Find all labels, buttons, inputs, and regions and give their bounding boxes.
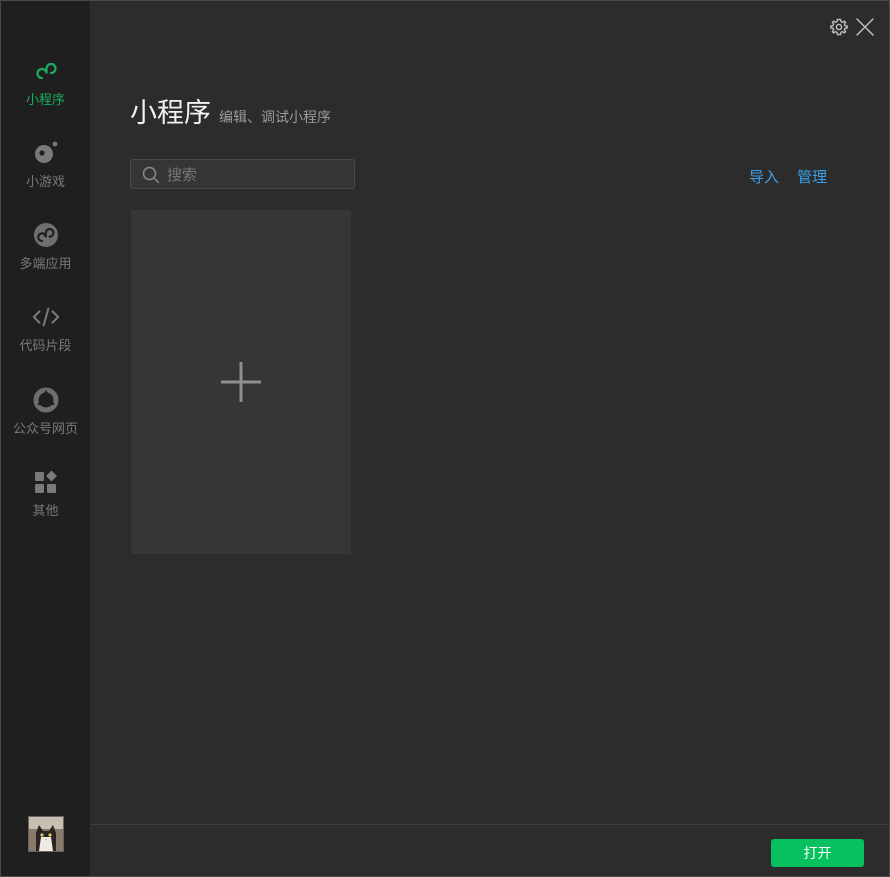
avatar[interactable]: [28, 816, 64, 852]
sidebar-item-label: 小程序: [25, 93, 65, 108]
page-title: 小程序: [130, 98, 211, 129]
search-input[interactable]: [165, 160, 354, 190]
new-project-card[interactable]: [131, 210, 351, 554]
plus-icon: [221, 362, 261, 402]
sidebar-item-label: 公众号网页: [12, 422, 78, 437]
search-icon: [142, 166, 160, 188]
cat-avatar-icon: [29, 817, 63, 851]
code-snippet-icon: [32, 303, 60, 331]
footer-bar: 打开: [90, 824, 889, 876]
settings-button[interactable]: [828, 16, 850, 38]
page-subtitle: 编辑、调试小程序: [219, 110, 331, 126]
sidebar-item-label: 多端应用: [19, 257, 72, 272]
sidebar-item-label: 代码片段: [19, 339, 72, 354]
close-button[interactable]: [854, 16, 876, 38]
sidebar-item-label: 其他: [32, 504, 59, 519]
official-account-icon: [32, 386, 60, 414]
open-button[interactable]: 打开: [771, 839, 864, 867]
sidebar-item-multi-platform[interactable]: 多端应用: [1, 221, 90, 291]
mini-program-icon: [32, 57, 60, 85]
mini-game-icon: [32, 139, 60, 167]
search-box: [130, 159, 355, 190]
sidebar-item-other[interactable]: 其他: [1, 468, 90, 538]
sidebar-item-mini-program[interactable]: 小程序: [1, 57, 90, 127]
sidebar-item-label: 小游戏: [25, 175, 65, 190]
sidebar-item-official-account[interactable]: 公众号网页: [1, 386, 90, 456]
import-link[interactable]: 导入: [749, 166, 779, 187]
close-icon: [856, 18, 874, 36]
other-apps-icon: [32, 468, 60, 496]
app-window: 小程序 小游戏 多端应用 代码片段 公众号网页 其他 小程序 编辑、调试小程序 …: [0, 0, 890, 877]
multi-platform-icon: [32, 221, 60, 249]
gear-icon: [830, 18, 848, 36]
sidebar: 小程序 小游戏 多端应用 代码片段 公众号网页 其他: [1, 1, 90, 876]
sidebar-item-code-snippet[interactable]: 代码片段: [1, 303, 90, 373]
manage-link[interactable]: 管理: [797, 166, 827, 187]
sidebar-item-mini-game[interactable]: 小游戏: [1, 139, 90, 209]
